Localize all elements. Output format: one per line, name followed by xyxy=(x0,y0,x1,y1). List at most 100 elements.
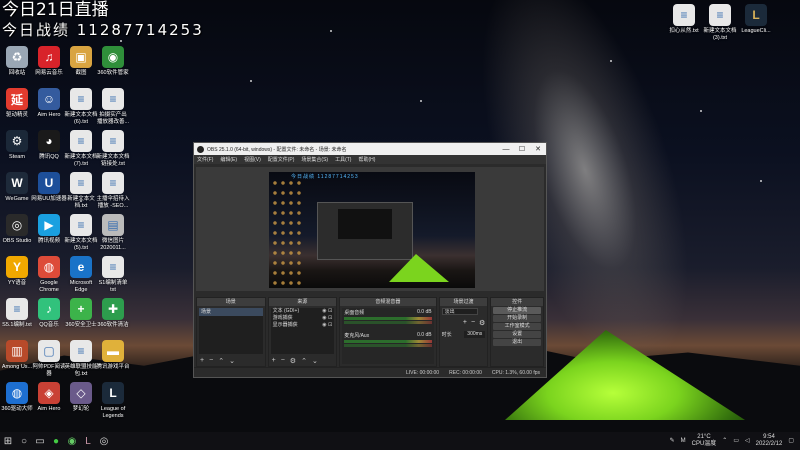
scenes-list[interactable]: 场景 xyxy=(199,308,263,354)
ime-icon[interactable]: M xyxy=(681,438,686,445)
desktop-icon-label: 主播伞招待入 播放 -SEO... xyxy=(96,196,130,209)
source-item[interactable]: 文本 (GDI+) ◉ ⊡ xyxy=(271,308,335,315)
360-security-icon: + xyxy=(70,298,92,320)
obs-taskbar-icon[interactable]: ◎ xyxy=(96,432,112,450)
gear-icon[interactable]: ⚙ xyxy=(290,357,296,365)
volume-slider[interactable] xyxy=(344,321,432,324)
text-file-icon: ≡ xyxy=(70,340,92,362)
desktop-icon[interactable]: ▤ 微信图片 2020011... xyxy=(93,214,133,252)
desktop-icon-label: 新建文本文档 链接处.txt xyxy=(96,154,130,167)
search-icon[interactable]: ○ xyxy=(16,432,32,450)
obs-window[interactable]: OBS 25.1.0 (64-bit, windows) - 配置文件: 未命名… xyxy=(193,142,547,378)
remove-icon[interactable]: − xyxy=(281,357,285,365)
desktop-icon[interactable]: ≡ 主播伞招待入 播放 -SEO... xyxy=(93,172,133,210)
360-software-icon: ◉ xyxy=(102,46,124,68)
desktop-icon[interactable]: ≡ S1编制清单 txt xyxy=(93,256,133,294)
preview-canvas[interactable]: 今日战绩 11287714253 xyxy=(269,172,475,288)
chevron-up-icon[interactable]: ⌃ xyxy=(722,438,727,445)
obs-icon: ◎ xyxy=(6,214,28,236)
desktop-icon-label: 扣心从然.txt xyxy=(669,28,699,34)
desktop-icon[interactable]: ≡ 新建文本文档 链接处.txt xyxy=(93,130,133,168)
scenes-dock: 场景 场景 + − ⌃ ⌄ xyxy=(196,297,266,367)
sources-list[interactable]: 文本 (GDI+) ◉ ⊡ 游戏捕获 ◉ ⊡ 显示器捕获 ◉ ⊡ xyxy=(270,308,335,354)
add-icon[interactable]: + xyxy=(272,357,276,365)
menu-view[interactable]: 视图(V) xyxy=(244,156,261,163)
stream-overlay-text: 今日21日直播 今日战绩 11287714253 xyxy=(2,0,204,40)
desktop-icon[interactable]: L LeagueCli... xyxy=(736,4,776,35)
move-down-icon[interactable]: ⌄ xyxy=(312,357,318,365)
360-taskbar-icon[interactable]: ● xyxy=(48,432,64,450)
scene-item[interactable]: 场景 xyxy=(199,308,263,316)
task-view-icon[interactable]: ▭ xyxy=(32,432,48,450)
menu-tools[interactable]: 工具(T) xyxy=(335,156,351,163)
gear-icon[interactable]: ⚙ xyxy=(479,319,485,327)
start-recording-button[interactable]: 开始录制 xyxy=(493,315,541,322)
remove-icon[interactable]: − xyxy=(471,319,475,327)
desktop-icon[interactable]: ≡ 新建文本文档 (3).txt xyxy=(700,4,740,42)
desktop-icon[interactable]: ◉ 360软件管家 xyxy=(93,46,133,77)
eye-lock-icon[interactable]: ◉ ⊡ xyxy=(322,315,332,322)
mixer-channel: 桌面音频 0.0 dB xyxy=(342,308,433,325)
maximize-icon[interactable]: ☐ xyxy=(514,145,530,153)
desktop-icon[interactable]: L League of Legends xyxy=(93,382,133,420)
obs-titlebar[interactable]: OBS 25.1.0 (64-bit, windows) - 配置文件: 未命名… xyxy=(194,143,546,155)
chrome-icon: ◍ xyxy=(38,256,60,278)
desktop-icon-label: 360软件清洁 xyxy=(97,322,129,328)
menu-scene-collection[interactable]: 场景集合(S) xyxy=(301,156,328,163)
screenshot-icon: ▣ xyxy=(70,46,92,68)
mixer-dock: 音频混音器 桌面音频 0.0 dB 麦克风/Aux 0.0 dB xyxy=(339,297,437,367)
minimize-icon[interactable]: — xyxy=(498,146,514,153)
close-icon[interactable]: ✕ xyxy=(530,145,546,153)
transition-select[interactable]: 淡出 xyxy=(441,308,478,315)
text-file-icon: ≡ xyxy=(102,88,124,110)
among-us-icon: ▥ xyxy=(6,340,28,362)
league-client-icon: L xyxy=(745,4,767,26)
move-up-icon[interactable]: ⌃ xyxy=(218,357,224,365)
aim-hero-icon: ☺ xyxy=(38,88,60,110)
duration-field[interactable]: 300ms xyxy=(464,331,486,338)
add-icon[interactable]: + xyxy=(200,357,204,365)
desktop-icon[interactable]: ✚ 360软件清洁 xyxy=(93,298,133,329)
controls-dock-title: 控件 xyxy=(491,298,543,306)
volume-icon[interactable]: ◁ xyxy=(745,438,750,445)
windows-start-icon[interactable]: ⊞ xyxy=(0,432,16,450)
obs-window-title: OBS 25.1.0 (64-bit, windows) - 配置文件: 未命名… xyxy=(207,146,347,153)
text-file-icon: ≡ xyxy=(70,130,92,152)
add-icon[interactable]: + xyxy=(463,319,467,327)
source-item[interactable]: 显示器捕获 ◉ ⊡ xyxy=(271,322,335,329)
league-taskbar-icon[interactable]: L xyxy=(80,432,96,450)
overlay-line-2: 今日战绩 11287714253 xyxy=(2,21,204,39)
desktop-icon[interactable]: ≡ 扣心从然.txt xyxy=(664,4,704,35)
remove-icon[interactable]: − xyxy=(209,357,213,365)
menu-file[interactable]: 文件(F) xyxy=(197,156,213,163)
move-up-icon[interactable]: ⌃ xyxy=(301,357,307,365)
tencent-video-icon: ▶ xyxy=(38,214,60,236)
desktop-icon[interactable]: ≡ 拍摄实产出 播放器改善... xyxy=(93,88,133,126)
obs-menubar: 文件(F) 编辑(E) 视图(V) 配置文件(P) 场景集合(S) 工具(T) … xyxy=(194,155,546,164)
obs-preview[interactable]: 今日战绩 11287714253 xyxy=(196,167,544,291)
desktop-icon[interactable]: ▬ 腾讯游戏平台 xyxy=(93,340,133,371)
clock[interactable]: 9:54 2022/2/12 xyxy=(756,434,783,448)
menu-edit[interactable]: 编辑(E) xyxy=(220,156,237,163)
system-tray: ✎ M 21°C CPU温度 ⌃ ▭ ◁ 9:54 2022/2/12 ▢ xyxy=(670,434,800,448)
network-icon[interactable]: ▭ xyxy=(733,438,739,445)
studio-mode-button[interactable]: 工作室模式 xyxy=(493,323,541,330)
menu-help[interactable]: 帮助(H) xyxy=(358,156,375,163)
eye-lock-icon[interactable]: ◉ ⊡ xyxy=(322,322,332,329)
eye-lock-icon[interactable]: ◉ ⊡ xyxy=(322,308,332,315)
menu-profile[interactable]: 配置文件(P) xyxy=(268,156,295,163)
volume-slider[interactable] xyxy=(344,344,432,347)
pen-icon[interactable]: ✎ xyxy=(670,438,675,445)
exit-button[interactable]: 退出 xyxy=(493,339,541,346)
pdf-reader-icon: ▢ xyxy=(38,340,60,362)
weather-widget[interactable]: 21°C CPU温度 xyxy=(692,434,717,448)
desktop-icon-label: LeagueCli... xyxy=(741,28,771,34)
settings-button[interactable]: 设置 xyxy=(493,331,541,338)
source-item[interactable]: 游戏捕获 ◉ ⊡ xyxy=(271,315,335,322)
move-down-icon[interactable]: ⌄ xyxy=(229,357,235,365)
media-player-icon[interactable]: ◉ xyxy=(64,432,80,450)
stop-streaming-button[interactable]: 停止推流 xyxy=(493,307,541,314)
uu-accelerator-icon: U xyxy=(38,172,60,194)
notification-icon[interactable]: ▢ xyxy=(788,438,794,445)
obs-docks: 场景 场景 + − ⌃ ⌄ 来源 文本 (GDI+) ◉ ⊡ 游戏捕获 ◉ ⊡ 显示… xyxy=(196,297,544,367)
